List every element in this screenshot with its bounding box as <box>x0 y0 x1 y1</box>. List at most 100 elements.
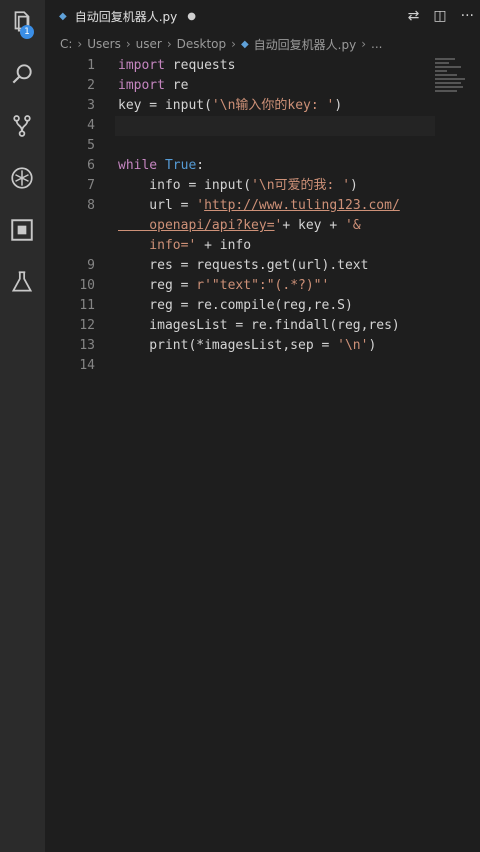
line-number <box>45 216 95 236</box>
breadcrumb-drive[interactable]: C: <box>60 37 72 51</box>
search-icon[interactable] <box>6 58 38 90</box>
code-text: requests <box>164 58 236 73</box>
string-literal: r'"text":"(.*?)"' <box>196 278 330 293</box>
line-number: 9 <box>87 258 95 273</box>
chevron-right-icon: › <box>77 37 83 51</box>
python-file-icon: ◆ <box>59 10 67 22</box>
extensions-icon[interactable] <box>6 214 38 246</box>
code-text: print(*imagesList,sep = <box>118 338 338 353</box>
breadcrumb: C: › Users › user › Desktop › ◆ 自动回复机器人.… <box>60 34 470 54</box>
code-line-8-wrap-1: openapi/api?key='+ key + '& <box>118 216 438 236</box>
code-line-8: url = 'http://www.tuling123.com/ <box>118 196 438 216</box>
minimap-line <box>435 82 461 84</box>
line-number <box>45 236 95 256</box>
code-text: ) <box>350 178 358 193</box>
breadcrumb-more[interactable]: ... <box>371 37 382 51</box>
code-line-1: import requests <box>118 56 438 76</box>
line-number: 8 <box>87 198 95 213</box>
url-link[interactable]: http://www.tuling123.com/ <box>204 198 400 213</box>
keyword: import <box>118 78 165 93</box>
minimap[interactable] <box>435 56 475 116</box>
testing-flask-icon[interactable] <box>6 266 38 298</box>
keyword: import <box>118 58 165 73</box>
code-text: url = <box>118 198 197 213</box>
minimap-line <box>435 86 463 88</box>
unsaved-dot-icon[interactable]: ● <box>187 11 196 22</box>
code-editor[interactable]: 1 2 3 4 5 6 7 8 9 10 11 12 13 14 import … <box>45 56 435 852</box>
line-number: 1 <box>87 58 95 73</box>
line-number: 3 <box>87 98 95 113</box>
string-literal: '\n可爱的我: ' <box>251 178 351 193</box>
code-line-7: info = input('\n可爱的我: ') <box>118 176 438 196</box>
python-file-icon: ◆ <box>240 38 249 50</box>
line-number: 14 <box>79 358 95 373</box>
code-text: info = input( <box>118 178 252 193</box>
line-number: 6 <box>87 158 95 173</box>
compare-changes-icon[interactable]: ⇄ <box>408 8 420 24</box>
code-text: res = requests.get(url).text <box>118 258 369 273</box>
line-number: 12 <box>79 318 95 333</box>
chevron-right-icon: › <box>361 37 367 51</box>
line-number: 11 <box>79 298 95 313</box>
breadcrumb-users[interactable]: Users <box>87 37 121 51</box>
split-editor-icon[interactable]: ◫ <box>433 8 446 24</box>
line-number: 10 <box>79 278 95 293</box>
tab-filename: 自动回复机器人.py <box>74 9 178 24</box>
code-line-3: key = input('\n输入你的key: ') <box>118 96 438 116</box>
string-literal: ' <box>196 198 205 213</box>
minimap-line <box>435 58 455 60</box>
string-literal: '\n' <box>337 338 369 353</box>
line-number: 7 <box>87 178 95 193</box>
tab-actions: ⇄ ◫ ··· <box>408 0 474 32</box>
code-line-10: reg = r'"text":"(.*?)"' <box>118 276 438 296</box>
editor-tab[interactable]: ◆ 自动回复机器人.py ● <box>45 0 225 32</box>
string-literal: '\n输入你的key: ' <box>211 98 335 113</box>
code-text: imagesList = re.findall(reg,res) <box>118 318 400 333</box>
code-text: + info <box>196 238 252 253</box>
minimap-line <box>435 90 457 92</box>
code-text: + key + <box>282 218 345 233</box>
debug-icon[interactable] <box>6 162 38 194</box>
breadcrumb-user[interactable]: user <box>136 37 162 51</box>
chevron-right-icon: › <box>125 37 131 51</box>
source-control-icon[interactable] <box>6 110 38 142</box>
code-text: re <box>164 78 189 93</box>
minimap-line <box>435 66 461 68</box>
code-text: reg = re.compile(reg,re.S) <box>118 298 353 313</box>
line-number-gutter: 1 2 3 4 5 6 7 8 9 10 11 12 13 14 <box>45 56 95 376</box>
code-line-13: print(*imagesList,sep = '\n') <box>118 336 438 356</box>
code-text: key = input( <box>118 98 212 113</box>
code-line-8-wrap-2: info=' + info <box>118 236 438 256</box>
code-lines[interactable]: import requests import re key = input('\… <box>118 56 438 376</box>
string-literal: '& <box>345 218 361 233</box>
code-line-6: while True: <box>118 156 438 176</box>
boolean-literal: True <box>164 158 197 173</box>
minimap-line <box>435 70 447 72</box>
code-line-11: reg = re.compile(reg,re.S) <box>118 296 438 316</box>
string-literal: info=' <box>118 238 197 253</box>
more-actions-icon[interactable]: ··· <box>461 8 474 24</box>
url-link[interactable]: openapi/api?key= <box>118 218 274 233</box>
code-text: ) <box>368 338 377 353</box>
line-number: 4 <box>87 118 95 133</box>
tab-bar: ◆ 自动回复机器人.py ● ⇄ ◫ ··· <box>45 0 480 32</box>
minimap-line <box>435 62 449 64</box>
line-number: 13 <box>79 338 95 353</box>
minimap-line <box>435 78 465 80</box>
breadcrumb-desktop[interactable]: Desktop <box>177 37 227 51</box>
code-text: ) <box>334 98 343 113</box>
code-line-2: import re <box>118 76 438 96</box>
explorer-badge: 1 <box>20 25 34 39</box>
code-line-12: imagesList = re.findall(reg,res) <box>118 316 438 336</box>
line-number: 2 <box>87 78 95 93</box>
line-number: 5 <box>87 138 95 153</box>
breadcrumb-file[interactable]: 自动回复机器人.py <box>254 36 357 53</box>
chevron-right-icon: › <box>231 37 236 51</box>
code-text: reg = <box>118 278 197 293</box>
keyword: while <box>118 158 158 173</box>
code-line-9: res = requests.get(url).text <box>118 256 438 276</box>
